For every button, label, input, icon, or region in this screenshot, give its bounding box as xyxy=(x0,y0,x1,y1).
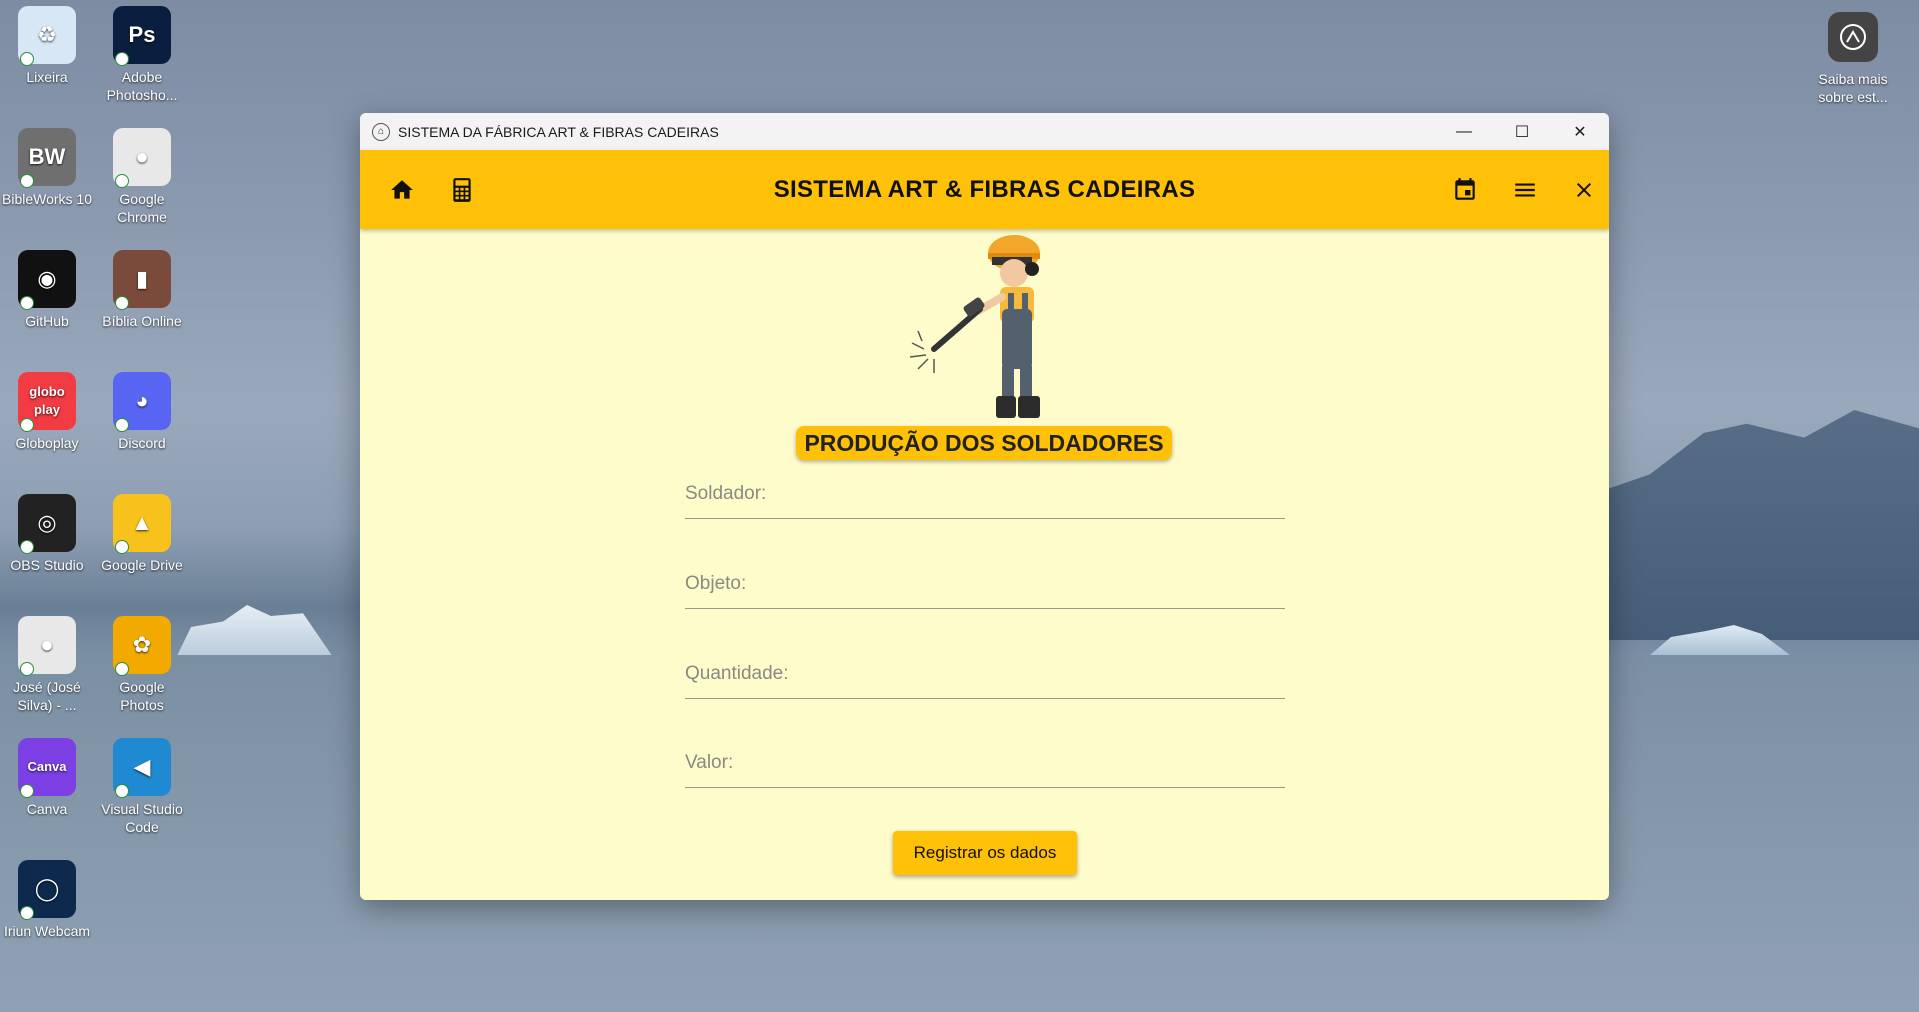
desktop-icon-label: Discord xyxy=(118,435,166,451)
window-titlebar[interactable]: ⌂ SISTEMA DA FÁBRICA ART & FIBRAS CADEIR… xyxy=(360,113,1609,150)
section-title: PRODUÇÃO DOS SOLDADORES xyxy=(796,426,1172,460)
desktop-icon-13[interactable]: Canva Canva xyxy=(2,738,92,818)
desktop-icon-6[interactable]: ▮ Bíblia Online xyxy=(97,250,187,330)
desktop-icon-label: José (José Silva) - ... xyxy=(13,679,81,713)
maximize-button[interactable]: ☐ xyxy=(1493,113,1551,150)
app-shortcut-icon: ✿ xyxy=(113,616,171,676)
sync-status-icon xyxy=(115,540,129,554)
app-shortcut-icon: ◕ xyxy=(113,372,171,432)
app-shortcut-icon: BW xyxy=(18,128,76,188)
saiba-mais-shortcut[interactable]: Saiba mais sobre est... xyxy=(1808,12,1898,106)
desktop-icon-label: OBS Studio xyxy=(10,557,84,573)
app-shortcut-icon: ◯ xyxy=(18,860,76,920)
background-mountain xyxy=(1560,410,1919,640)
sync-status-icon xyxy=(115,784,129,798)
app-title: SISTEMA ART & FIBRAS CADEIRAS xyxy=(773,175,1196,203)
sync-status-icon xyxy=(20,418,34,432)
menu-icon[interactable] xyxy=(1505,170,1545,210)
desktop-icon-label: Google Photos xyxy=(119,679,165,713)
desktop-icon-label: Google Drive xyxy=(101,557,183,573)
sync-status-icon xyxy=(20,662,34,676)
app-shortcut-icon: ♻ xyxy=(18,6,76,66)
desktop-icon-4[interactable]: ● Google Chrome xyxy=(97,128,187,226)
app-shortcut-icon: ● xyxy=(18,616,76,676)
app-shortcut-icon: ▮ xyxy=(113,250,171,310)
desktop-icon-label: Iriun Webcam xyxy=(3,923,91,939)
desktop-icon-label: Adobe Photosho... xyxy=(106,69,178,103)
app-shortcut-icon: globo play xyxy=(18,372,76,432)
desktop-icon-9[interactable]: ◎ OBS Studio xyxy=(2,494,92,574)
desktop-icon-12[interactable]: ✿ Google Photos xyxy=(97,616,187,714)
form-content: PRODUÇÃO DOS SOLDADORES Registrar os dad… xyxy=(360,229,1609,900)
register-button[interactable]: Registrar os dados xyxy=(893,831,1077,875)
soldador-field xyxy=(685,472,1285,519)
desktop-icon-label: Lixeira xyxy=(26,69,68,85)
desktop-icon-8[interactable]: ◕ Discord xyxy=(97,372,187,452)
desktop-icon-2[interactable]: Ps Adobe Photosho... xyxy=(97,6,187,104)
app-icon: ⌂ xyxy=(372,122,390,141)
calendar-icon[interactable] xyxy=(1445,170,1485,210)
desktop-icon-3[interactable]: BW BibleWorks 10 xyxy=(2,128,92,208)
sync-status-icon xyxy=(115,52,129,66)
app-shortcut-icon: Canva xyxy=(18,738,76,798)
desktop-icon-label: Bíblia Online xyxy=(102,313,182,329)
minimize-button[interactable]: — xyxy=(1435,113,1493,150)
desktop-icon-11[interactable]: ● José (José Silva) - ... xyxy=(2,616,92,714)
desktop-icon-14[interactable]: ◀ Visual Studio Code xyxy=(97,738,187,836)
objeto-input[interactable] xyxy=(685,562,1285,606)
desktop-icon-label: Globoplay xyxy=(15,435,79,451)
quantidade-input[interactable] xyxy=(685,652,1285,696)
sync-status-icon xyxy=(20,52,34,66)
app-toolbar: SISTEMA ART & FIBRAS CADEIRAS xyxy=(360,150,1609,229)
window-controls: — ☐ ✕ xyxy=(1435,113,1609,150)
app-shortcut-icon: ● xyxy=(113,128,171,188)
close-window-button[interactable]: ✕ xyxy=(1551,113,1609,150)
desktop-icon-label: Canva xyxy=(26,801,68,817)
sync-status-icon xyxy=(20,174,34,188)
saiba-mais-label: Saiba mais sobre est... xyxy=(1818,71,1888,105)
sync-status-icon xyxy=(20,906,34,920)
desktop-icon-label: Visual Studio Code xyxy=(101,801,183,835)
sync-status-icon xyxy=(20,296,34,310)
background-iceberg xyxy=(175,605,335,660)
app-shortcut-icon: ◉ xyxy=(18,250,76,310)
sync-status-icon xyxy=(20,784,34,798)
desktop-icon-10[interactable]: ▲ Google Drive xyxy=(97,494,187,574)
sync-status-icon xyxy=(115,662,129,676)
valor-input[interactable] xyxy=(685,741,1285,785)
calculator-icon[interactable] xyxy=(442,170,482,210)
welder-illustration xyxy=(909,235,1040,418)
desktop-icon-1[interactable]: ♻ Lixeira xyxy=(2,6,92,86)
desktop-icon-label: BibleWorks 10 xyxy=(2,191,93,207)
sync-status-icon xyxy=(20,540,34,554)
app-shortcut-icon: Ps xyxy=(113,6,171,66)
close-icon[interactable] xyxy=(1564,170,1604,210)
desktop-icon-label: Google Chrome xyxy=(117,191,167,225)
sync-status-icon xyxy=(115,418,129,432)
app-shortcut-icon: ▲ xyxy=(113,494,171,554)
objeto-field xyxy=(685,562,1285,609)
sync-status-icon xyxy=(115,296,129,310)
desktop-icon-15[interactable]: ◯ Iriun Webcam xyxy=(2,860,92,940)
sync-status-icon xyxy=(115,174,129,188)
quantidade-field xyxy=(685,652,1285,699)
window-title: SISTEMA DA FÁBRICA ART & FIBRAS CADEIRAS xyxy=(398,123,719,140)
home-icon[interactable] xyxy=(382,170,422,210)
app-window: ⌂ SISTEMA DA FÁBRICA ART & FIBRAS CADEIR… xyxy=(360,113,1609,900)
app-shortcut-icon: ◀ xyxy=(113,738,171,798)
desktop-icon-5[interactable]: ◉ GitHub xyxy=(2,250,92,330)
desktop-icon-label: GitHub xyxy=(25,313,69,329)
desktop-icon-7[interactable]: globo play Globoplay xyxy=(2,372,92,452)
app-shortcut-icon: ◎ xyxy=(18,494,76,554)
camera-icon xyxy=(1828,12,1878,62)
soldador-input[interactable] xyxy=(685,472,1285,516)
valor-field xyxy=(685,741,1285,788)
